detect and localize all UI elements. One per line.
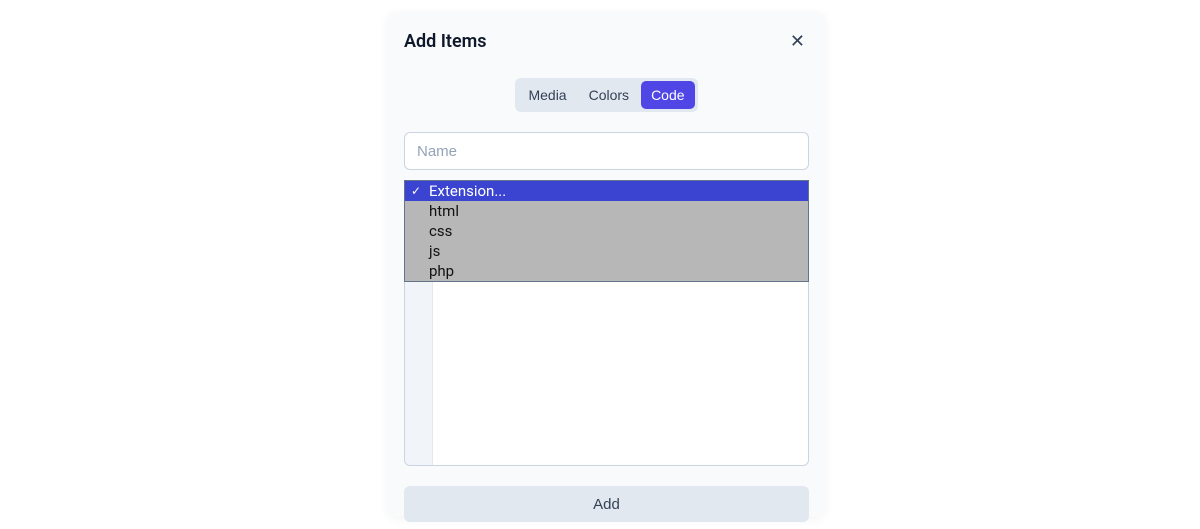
extension-option-js[interactable]: ✓ js: [405, 241, 808, 261]
modal-header: Add Items ✕: [404, 28, 809, 54]
tab-code[interactable]: Code: [641, 81, 694, 109]
close-icon: ✕: [790, 31, 805, 51]
extension-option-label: Extension...: [425, 182, 506, 200]
tab-media[interactable]: Media: [518, 81, 576, 109]
extension-option-label: css: [425, 222, 452, 240]
extension-option-php[interactable]: ✓ php: [405, 261, 808, 281]
check-icon: ✓: [411, 244, 425, 258]
add-button[interactable]: Add: [404, 486, 809, 522]
close-button[interactable]: ✕: [786, 28, 809, 54]
name-input[interactable]: [404, 132, 809, 170]
check-icon: ✓: [411, 184, 425, 198]
extension-option-label: html: [425, 202, 459, 220]
extension-option-placeholder[interactable]: ✓ Extension...: [405, 181, 808, 201]
extension-option-label: php: [425, 262, 454, 280]
extension-dropdown: ✓ Extension... ✓ html ✓ css ✓ js ✓ php: [404, 180, 809, 282]
check-icon: ✓: [411, 264, 425, 278]
check-icon: ✓: [411, 224, 425, 238]
modal-footer: Add: [404, 486, 809, 522]
extension-option-css[interactable]: ✓ css: [405, 221, 808, 241]
form-area: ✓ Extension... ✓ html ✓ css ✓ js ✓ php: [404, 132, 809, 466]
extension-option-label: js: [425, 242, 440, 260]
tab-group: Media Colors Code: [515, 78, 697, 112]
modal-title: Add Items: [404, 31, 487, 52]
add-items-modal: Add Items ✕ Media Colors Code ✓ Extensio…: [388, 12, 825, 517]
extension-option-html[interactable]: ✓ html: [405, 201, 808, 221]
check-icon: ✓: [411, 204, 425, 218]
tab-colors[interactable]: Colors: [579, 81, 639, 109]
